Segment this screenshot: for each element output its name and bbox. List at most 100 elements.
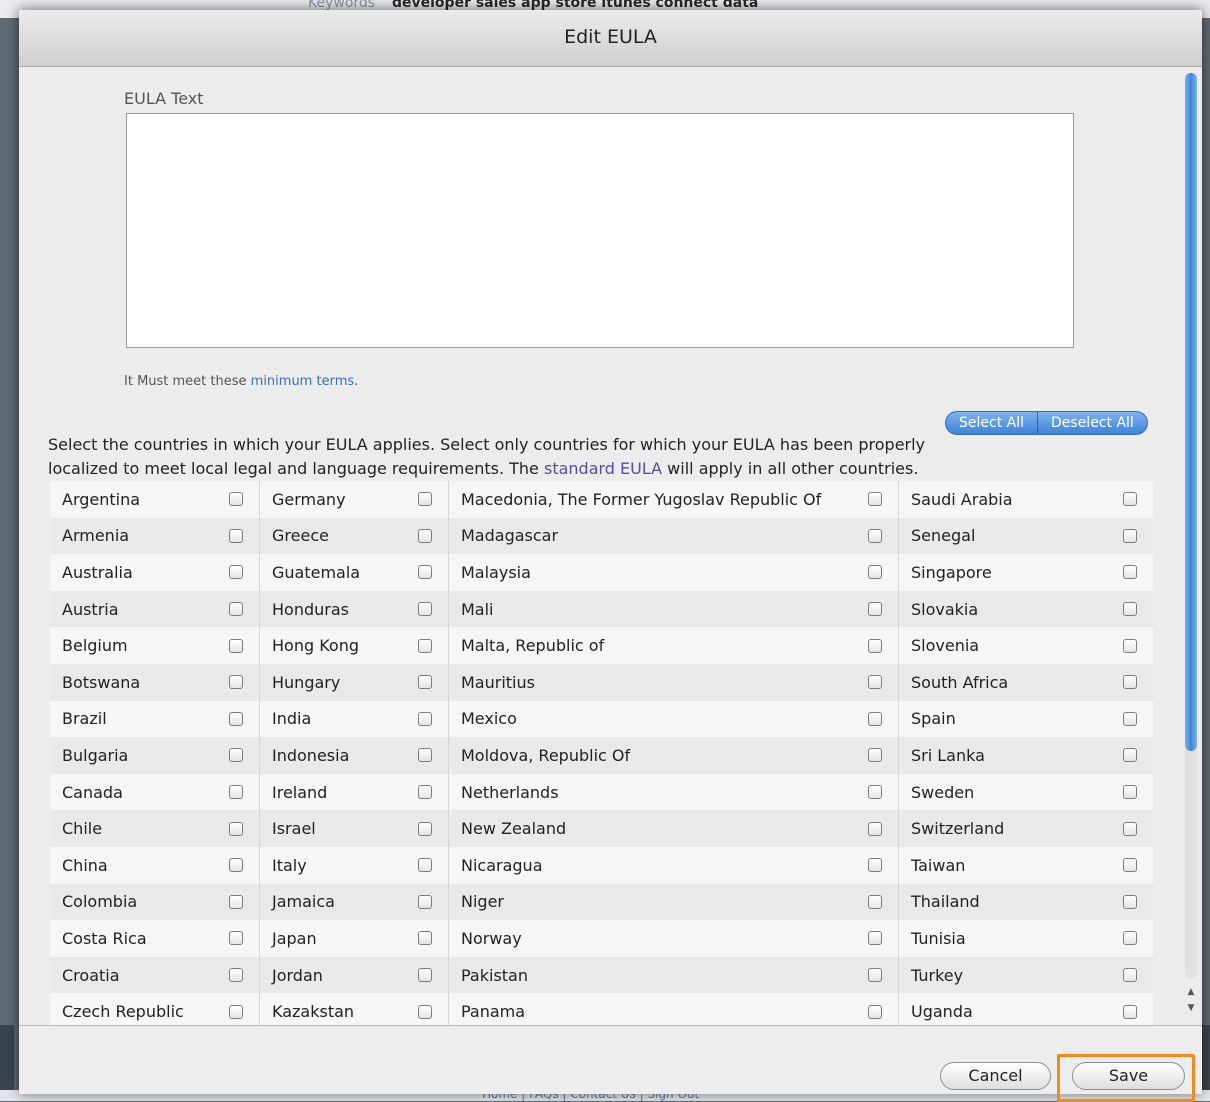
country-checkbox[interactable]: [418, 602, 432, 617]
country-row: Nicaragua: [449, 846, 898, 884]
scroll-thumb[interactable]: [1185, 73, 1197, 751]
country-name: Pakistan: [461, 965, 528, 985]
country-name: Mali: [461, 599, 494, 619]
select-all-button[interactable]: Select All: [945, 411, 1038, 435]
country-checkbox[interactable]: [868, 968, 882, 983]
country-checkbox[interactable]: [229, 931, 243, 946]
country-checkbox[interactable]: [418, 894, 432, 909]
country-checkbox[interactable]: [1123, 638, 1137, 653]
minimum-terms-link[interactable]: minimum terms: [251, 374, 354, 389]
country-checkbox[interactable]: [868, 1004, 882, 1019]
country-checkbox[interactable]: [229, 821, 243, 836]
country-row: Sri Lanka: [899, 737, 1153, 774]
country-checkbox[interactable]: [868, 894, 882, 909]
country-checkbox[interactable]: [229, 785, 243, 800]
country-checkbox[interactable]: [418, 858, 432, 873]
country-checkbox[interactable]: [229, 675, 243, 690]
country-name: Botswana: [62, 672, 141, 692]
country-checkbox[interactable]: [229, 528, 243, 543]
country-checkbox[interactable]: [868, 602, 882, 617]
country-checkbox[interactable]: [418, 528, 432, 543]
country-name: Australia: [62, 562, 133, 582]
country-checkbox[interactable]: [418, 638, 432, 653]
scroll-up-arrow-icon[interactable]: ▲: [1184, 985, 1198, 999]
country-checkbox[interactable]: [1123, 1004, 1137, 1019]
country-checkbox[interactable]: [418, 711, 432, 726]
country-checkbox[interactable]: [868, 931, 882, 946]
country-checkbox[interactable]: [868, 821, 882, 836]
country-checkbox[interactable]: [418, 785, 432, 800]
country-checkbox[interactable]: [1123, 565, 1137, 580]
country-checkbox[interactable]: [229, 638, 243, 653]
country-checkbox[interactable]: [868, 711, 882, 726]
dialog-titlebar: Edit EULA: [19, 10, 1202, 67]
country-name: Singapore: [911, 562, 992, 582]
country-checkbox[interactable]: [868, 858, 882, 873]
country-checkbox[interactable]: [868, 565, 882, 580]
country-row: Mauritius: [449, 663, 898, 701]
country-checkbox[interactable]: [868, 492, 882, 507]
country-checkbox[interactable]: [1123, 968, 1137, 983]
country-checkbox[interactable]: [1123, 821, 1137, 836]
deselect-all-button[interactable]: Deselect All: [1038, 411, 1148, 435]
country-checkbox[interactable]: [229, 711, 243, 726]
vertical-scrollbar[interactable]: ▲ ▼: [1181, 67, 1199, 1025]
country-row: India: [260, 700, 448, 738]
country-checkbox[interactable]: [868, 638, 882, 653]
country-checkbox[interactable]: [868, 528, 882, 543]
country-checkbox[interactable]: [418, 675, 432, 690]
country-checkbox[interactable]: [868, 748, 882, 763]
dialog-footer: Cancel Save: [19, 1025, 1202, 1102]
country-column-1: Argentina Armenia Australia Austria Belgium B…: [50, 481, 260, 1025]
country-row: Austria: [50, 590, 259, 628]
country-checkbox[interactable]: [418, 565, 432, 580]
country-checkbox[interactable]: [229, 968, 243, 983]
country-row: South Africa: [899, 663, 1153, 701]
scroll-down-arrow-icon[interactable]: ▼: [1184, 1001, 1198, 1015]
cancel-button[interactable]: Cancel: [940, 1062, 1051, 1090]
country-checkbox[interactable]: [868, 785, 882, 800]
country-checkbox[interactable]: [868, 675, 882, 690]
country-checkbox[interactable]: [1123, 492, 1137, 507]
country-checkbox[interactable]: [1123, 528, 1137, 543]
country-name: Italy: [272, 855, 307, 875]
country-row: Singapore: [899, 554, 1153, 591]
country-checkbox[interactable]: [229, 1004, 243, 1019]
country-checkbox[interactable]: [1123, 785, 1137, 800]
country-checkbox[interactable]: [418, 821, 432, 836]
country-name: Guatemala: [272, 562, 361, 582]
country-checkbox[interactable]: [229, 858, 243, 873]
country-checkbox[interactable]: [1123, 711, 1137, 726]
country-checkbox[interactable]: [418, 1004, 432, 1019]
country-checkbox[interactable]: [1123, 675, 1137, 690]
country-name: Armenia: [62, 526, 130, 546]
country-name: Argentina: [62, 489, 141, 509]
country-checkbox[interactable]: [229, 894, 243, 909]
country-checkbox[interactable]: [1123, 931, 1137, 946]
country-row: Niger: [449, 883, 898, 921]
eula-text-input[interactable]: [126, 113, 1074, 348]
country-checkbox[interactable]: [418, 931, 432, 946]
country-name: Slovakia: [911, 599, 979, 619]
country-checkbox[interactable]: [1123, 602, 1137, 617]
country-row: Honduras: [260, 590, 448, 628]
country-name: Croatia: [62, 965, 120, 985]
country-checkbox[interactable]: [1123, 894, 1137, 909]
country-name: Israel: [272, 819, 316, 839]
country-checkbox[interactable]: [229, 748, 243, 763]
standard-eula-link[interactable]: standard EULA: [544, 459, 662, 478]
country-checkbox[interactable]: [229, 492, 243, 507]
country-name: China: [62, 855, 108, 875]
country-row: Taiwan: [899, 846, 1153, 884]
save-button[interactable]: Save: [1072, 1062, 1185, 1090]
country-row: Ireland: [260, 773, 448, 811]
country-checkbox[interactable]: [229, 602, 243, 617]
country-checkbox[interactable]: [229, 565, 243, 580]
country-row: Colombia: [50, 883, 259, 921]
country-checkbox[interactable]: [418, 968, 432, 983]
country-checkbox[interactable]: [418, 748, 432, 763]
country-name: Hong Kong: [272, 636, 359, 656]
country-checkbox[interactable]: [1123, 858, 1137, 873]
country-checkbox[interactable]: [418, 492, 432, 507]
country-checkbox[interactable]: [1123, 748, 1137, 763]
